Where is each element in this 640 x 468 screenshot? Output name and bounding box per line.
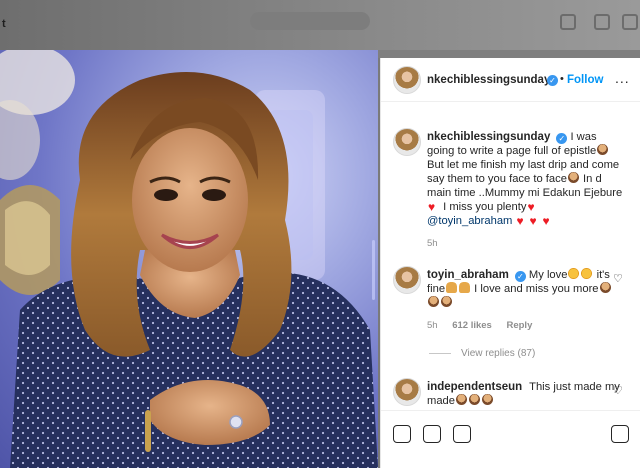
comment-likes[interactable]: 612 likes [452,320,492,331]
separator-dot: • [560,73,564,85]
caption-part: I miss you plenty [440,201,527,213]
woman-emoji [597,144,609,155]
view-replies-button[interactable]: View replies (87) [429,348,535,359]
view-replies-label: View replies (87) [461,348,536,359]
caption-username[interactable]: nkechiblessingsunday [427,131,550,143]
heart-emoji: ♥ [542,214,550,228]
woman-emoji [428,296,439,307]
more-options-icon[interactable]: ... [615,70,630,86]
author-avatar[interactable] [393,66,421,94]
caption-text: nkechiblessingsunday ✓ I was going to wri… [427,130,623,228]
pray-emoji [446,282,458,293]
portrait-illustration [0,50,378,468]
screenshot: t nkechiblessingsunday ✓ • Follow ... nk… [0,0,640,468]
caption-time[interactable]: 5h [427,238,438,249]
comment-part: I love and miss you more [471,283,599,295]
woman-emoji [441,296,452,307]
heart-emoji: ♥ [527,200,535,214]
comment-meta: 5h 612 likes Reply [427,320,544,331]
comment-username[interactable]: independentseun [427,381,522,393]
replies-divider [429,352,451,354]
verified-badge-icon: ✓ [514,271,526,282]
author-username[interactable]: nkechiblessingsunday [427,74,550,86]
woman-emoji [456,394,467,405]
comment-icon[interactable] [423,425,441,443]
verified-badge-icon: ✓ [556,133,568,144]
woman-emoji [599,282,611,293]
share-icon[interactable] [453,425,471,443]
background-page-strip: t [0,0,640,50]
commenter-avatar[interactable] [393,266,421,294]
mention-link[interactable]: @toyin_abraham [427,215,512,227]
post-header: nkechiblessingsunday ✓ • Follow ... [381,58,640,102]
heart-emoji: ♥ [516,214,524,228]
direct-icon [594,14,610,30]
verified-badge-icon: ✓ [547,75,558,86]
page-fragment-text: t [2,18,6,30]
heart-icon[interactable]: ♡ [613,386,623,397]
heart-eyes-emoji [568,268,580,279]
comment-time[interactable]: 5h [427,320,438,331]
post-sidebar: nkechiblessingsunday ✓ • Follow ... nkec… [380,58,640,468]
home-icon [560,14,576,30]
caption-meta: 5h [427,238,450,249]
explore-icon [622,14,638,30]
reply-button[interactable]: Reply [506,320,532,331]
blurred-search-bar [250,12,370,30]
woman-emoji [567,172,579,183]
caption-avatar[interactable] [393,128,421,156]
follow-button[interactable]: Follow [567,74,603,86]
pray-emoji [459,282,471,293]
heart-emoji: ♥ [428,200,436,214]
post-photo[interactable] [0,50,378,468]
commenter-avatar[interactable] [393,378,421,406]
comment-text: independentseun This just made my made [427,380,623,408]
heart-icon[interactable]: ♡ [613,274,623,285]
comment-text: toyin_abraham ✓ My love it's fine I love … [427,268,623,310]
heart-emoji: ♥ [529,214,537,228]
woman-emoji [482,394,493,405]
heart-eyes-emoji [581,268,593,279]
comment-username[interactable]: toyin_abraham [427,269,509,281]
comment-part: My love [525,269,568,281]
action-bar [381,410,640,468]
woman-emoji [469,394,480,405]
save-icon[interactable] [611,425,629,443]
like-icon[interactable] [393,425,411,443]
